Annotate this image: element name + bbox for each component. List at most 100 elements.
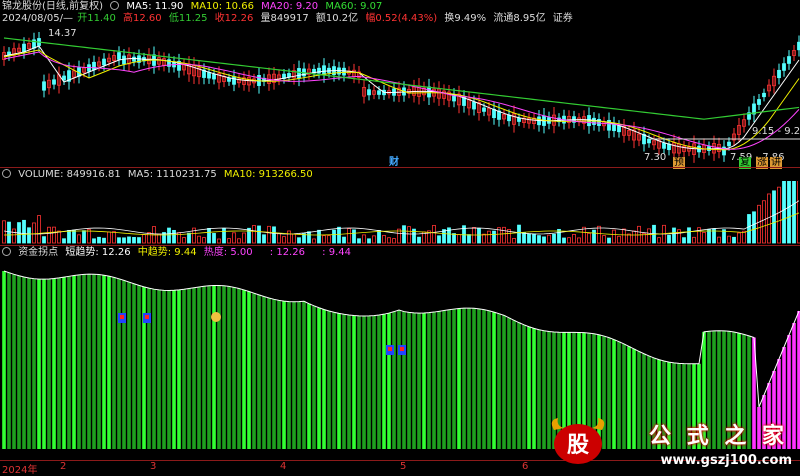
volume-bar: [733, 237, 736, 243]
indicator-bar: [327, 311, 331, 449]
volume-bar: [33, 223, 36, 243]
volume-bar: [283, 237, 286, 243]
indicator-bar: [347, 315, 351, 449]
indicator-bar: [22, 277, 26, 449]
volume-bar: [103, 238, 106, 243]
volume-bar: [503, 227, 506, 243]
volume-bar: [38, 216, 41, 243]
volume-bar: [783, 181, 786, 243]
indicator-bar: [277, 300, 281, 449]
volume-bar: [253, 225, 256, 243]
volume-bar: [608, 238, 611, 243]
watermark-url: www.gszj100.com: [661, 453, 792, 468]
volume-bar: [588, 233, 591, 243]
indicator-bar: [397, 310, 401, 449]
indicator-bar: [402, 312, 406, 449]
quote-high: 高12.60: [123, 13, 162, 24]
money-bag-icon: [211, 312, 221, 322]
candle-body: [663, 143, 666, 148]
volume-bar: [693, 237, 696, 243]
volume-bar: [613, 230, 616, 243]
settings-icon[interactable]: [110, 1, 119, 10]
candle-body: [648, 139, 651, 143]
volume-bar: [308, 232, 311, 243]
candle-body: [213, 74, 216, 79]
indicator-bar: [197, 287, 201, 449]
volume-bar: [313, 239, 316, 243]
volume-bar: [593, 230, 596, 243]
price-chart[interactable]: [0, 26, 800, 168]
candle-body: [618, 126, 621, 132]
volume-bar: [93, 239, 96, 243]
volume-bar: [388, 238, 391, 243]
volume-bar: [788, 181, 791, 243]
signal-block: [145, 315, 149, 319]
volume-bar: [218, 239, 221, 243]
volume-bar: [763, 201, 766, 243]
volume-bar: [228, 239, 231, 243]
indicator-header: 资金拐点 短趋势: 12.26 中趋势: 9.44 热度: 5.00 : 12.…: [2, 247, 355, 259]
volume-bar: [128, 237, 131, 243]
quote-amount: 额10.2亿: [316, 13, 358, 24]
candle-body: [63, 76, 66, 80]
candle-body: [233, 77, 236, 85]
volume-bar: [573, 234, 576, 243]
indicator-bar: [462, 308, 466, 449]
candle-body: [518, 118, 521, 121]
volume-bar: [618, 236, 621, 243]
indicator-bar: [527, 327, 531, 449]
indicator-bar: [102, 275, 106, 449]
volume-bar: [238, 239, 241, 243]
indicator-mid: 中趋势: 9.44: [138, 247, 197, 258]
volume-bar: [658, 238, 661, 243]
indicator-bar: [252, 293, 256, 449]
main-header: 锦龙股份(日线,前复权) MA5: 11.90 MA10: 10.66 MA20…: [2, 1, 386, 13]
volume-bar: [323, 236, 326, 243]
indicator-bar: [37, 279, 41, 449]
volume-bar: [53, 227, 56, 243]
volume-bar: [243, 233, 246, 243]
indicator-bar: [427, 313, 431, 449]
volume-bar: [173, 230, 176, 243]
volume-settings-icon[interactable]: [2, 169, 11, 178]
volume-bar: [738, 233, 741, 243]
indicator-bar: [502, 315, 506, 449]
volume-bar: [523, 232, 526, 243]
indicator-bar: [142, 287, 146, 449]
volume-bar: [258, 226, 261, 243]
indicator-bar: [72, 276, 76, 449]
indicator-settings-icon[interactable]: [2, 247, 11, 256]
volume-bar: [188, 233, 191, 243]
indicator-bar: [352, 316, 356, 449]
indicator-bar: [57, 278, 61, 449]
volume-bar: [328, 236, 331, 243]
indicator-bar: [247, 291, 251, 449]
high-price-label: 14.37: [48, 28, 77, 40]
volume-bar: [73, 230, 76, 243]
indicator-bar: [162, 290, 166, 449]
volume-bar: [8, 222, 11, 243]
volume-bar: [43, 237, 46, 243]
indicator-bar: [317, 308, 321, 449]
volume-bar: [513, 238, 516, 243]
indicator-bar: [442, 311, 446, 449]
indicator-bar: [27, 278, 31, 449]
volume-bar: [668, 235, 671, 243]
volume-bar: [563, 238, 566, 243]
volume-bar: [543, 237, 546, 243]
candle-body: [133, 57, 136, 61]
candle-body: [783, 64, 786, 71]
indicator-bar: [147, 288, 151, 449]
volume-bar: [673, 228, 676, 243]
volume-chart[interactable]: [0, 181, 800, 245]
candle-body: [93, 62, 96, 69]
candle-body: [483, 108, 486, 111]
signal-block: [400, 347, 404, 351]
indicator-bar: [292, 302, 296, 449]
indicator-bar: [137, 285, 141, 449]
candle-body: [343, 68, 346, 75]
indicator-bar: [497, 314, 501, 449]
volume-bar: [368, 239, 371, 243]
ma20-label: MA20: 9.20: [261, 1, 318, 12]
volume-bar: [648, 229, 651, 243]
